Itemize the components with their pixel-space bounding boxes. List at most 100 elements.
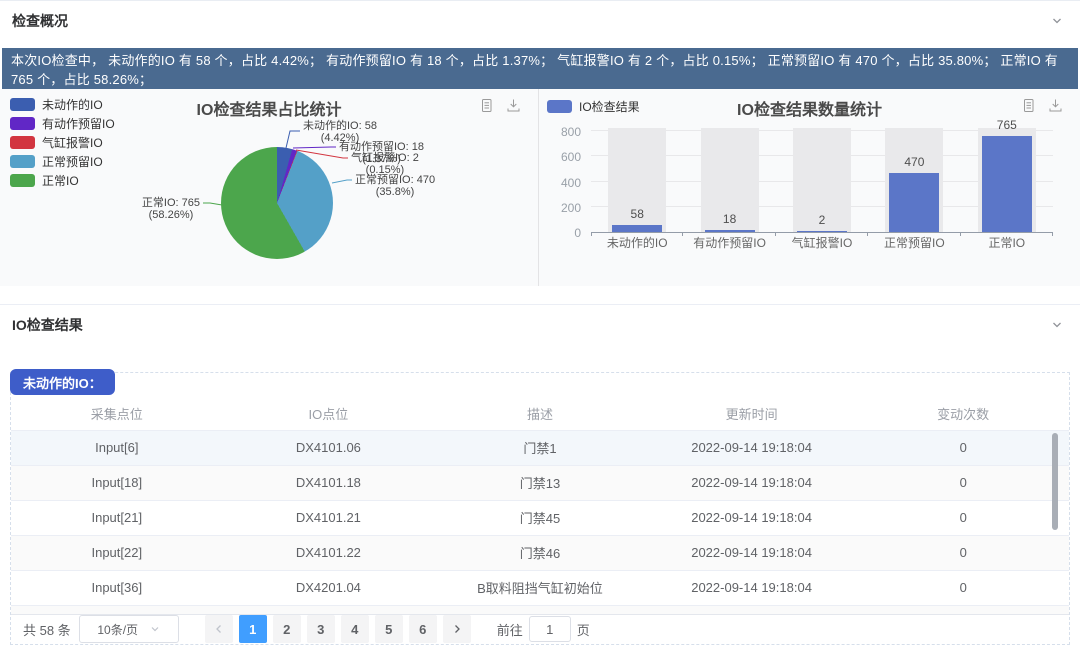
data-view-icon[interactable] <box>1021 98 1036 113</box>
panel-overview-header[interactable]: 检查概况 <box>0 1 1080 41</box>
table-cell: 门禁46 <box>434 535 646 570</box>
table-cell: Input[6] <box>11 430 223 465</box>
bar-value-label: 470 <box>868 155 960 169</box>
bar-plot-area: 58未动作的IO18有动作预留IO2气缸报警IO470正常预留IO765正常IO <box>591 129 1053 233</box>
bar-band: 470正常预留IO <box>868 128 960 232</box>
pie-legend-item[interactable]: 正常IO <box>10 174 115 187</box>
bar[interactable] <box>612 225 662 232</box>
bar-band: 58未动作的IO <box>591 128 683 232</box>
page-number-button[interactable]: 6 <box>409 615 437 643</box>
y-axis-label: 800 <box>547 125 581 139</box>
table-row[interactable]: Input[21]DX4101.21门禁452022-09-14 19:18:0… <box>11 500 1069 535</box>
x-axis-label: 正常IO <box>961 234 1053 251</box>
bar-value-label: 18 <box>683 212 775 226</box>
table-cell: DX4101.06 <box>223 430 435 465</box>
page-number-button[interactable]: 4 <box>341 615 369 643</box>
table-cell: Input[21] <box>11 500 223 535</box>
table-cell: DX4201.04 <box>223 570 435 605</box>
table-row-partial <box>11 606 1069 615</box>
table-cell: 门禁45 <box>434 500 646 535</box>
bar[interactable] <box>797 231 847 232</box>
pie-legend-item[interactable]: 正常预留IO <box>10 155 115 168</box>
charts-row: 未动作的IO有动作预留IO气缸报警IO正常预留IO正常IO IO检查结果占比统计 <box>0 89 1080 286</box>
results-table-container: 采集点位IO点位描述更新时间变动次数 Input[6]DX4101.06门禁12… <box>10 372 1070 645</box>
table-cell: DX4101.22 <box>223 535 435 570</box>
next-page-button[interactable] <box>443 615 471 643</box>
table-cell: 2022-09-14 19:18:04 <box>646 570 858 605</box>
legend-label: 气缸报警IO <box>42 134 103 151</box>
panel-overview-title: 检查概况 <box>12 11 68 31</box>
table-header-row: 采集点位IO点位描述更新时间变动次数 <box>11 397 1069 430</box>
goto-page-input[interactable] <box>529 616 571 642</box>
pie-chart-toolbox <box>479 98 521 113</box>
pie-label-leader-line <box>332 180 352 183</box>
legend-label: 正常预留IO <box>42 153 103 170</box>
bar-band: 18有动作预留IO <box>683 128 775 232</box>
table-cell: 0 <box>857 465 1069 500</box>
table-cell: DX4101.21 <box>223 500 435 535</box>
column-header[interactable]: 描述 <box>434 397 646 430</box>
table-row[interactable]: Input[22]DX4101.22门禁462022-09-14 19:18:0… <box>11 535 1069 570</box>
legend-swatch <box>10 174 35 187</box>
download-icon[interactable] <box>506 98 521 113</box>
chevron-down-icon[interactable] <box>1050 14 1064 28</box>
pager: 123456 <box>205 615 471 643</box>
panel-overview: 检查概况 本次IO检查中， 未动作的IO 有 58 个，占比 4.42%； 有动… <box>0 1 1080 304</box>
prev-page-button[interactable] <box>205 615 233 643</box>
pie-chart[interactable] <box>221 147 333 259</box>
table-cell: 0 <box>857 570 1069 605</box>
y-axis-label: 0 <box>547 226 581 240</box>
pie-legend-item[interactable]: 气缸报警IO <box>10 136 115 149</box>
pie-slice-label: 正常预留IO: 470(35.8%) <box>355 174 435 198</box>
table-cell: 2022-09-14 19:18:04 <box>646 500 858 535</box>
bar-chart-card: IO检查结果 IO检查结果数量统计 58未动 <box>538 89 1080 286</box>
table-cell: 2022-09-14 19:18:04 <box>646 430 858 465</box>
panel-results-title: IO检查结果 <box>12 315 83 335</box>
y-axis-label: 600 <box>547 150 581 164</box>
column-header[interactable]: 采集点位 <box>11 397 223 430</box>
io-results-table: 采集点位IO点位描述更新时间变动次数 Input[6]DX4101.06门禁12… <box>11 397 1069 606</box>
bar[interactable] <box>705 230 755 232</box>
pie-chart-title: IO检查结果占比统计 <box>0 96 538 120</box>
bar-band: 2气缸报警IO <box>776 128 868 232</box>
download-icon[interactable] <box>1048 98 1063 113</box>
bar-band: 765正常IO <box>961 128 1053 232</box>
table-cell: 2022-09-14 19:18:04 <box>646 465 858 500</box>
page-number-button[interactable]: 3 <box>307 615 335 643</box>
page-number-button[interactable]: 1 <box>239 615 267 643</box>
page-size-select[interactable]: 10条/页 <box>79 615 179 643</box>
goto-page: 前往 页 <box>497 616 590 642</box>
x-axis-tick <box>1052 232 1053 236</box>
column-header[interactable]: IO点位 <box>223 397 435 430</box>
chevron-down-icon[interactable] <box>1050 318 1064 332</box>
table-cell: 门禁1 <box>434 430 646 465</box>
pie-label-leader-line <box>286 131 300 148</box>
column-header[interactable]: 更新时间 <box>646 397 858 430</box>
pie-label-leader-line <box>293 147 336 148</box>
table-scrollbar-thumb[interactable] <box>1052 433 1058 530</box>
bar[interactable] <box>889 173 939 232</box>
pie-slice-label: 正常IO: 765(58.26%) <box>142 197 200 221</box>
table-row[interactable]: Input[18]DX4101.18门禁132022-09-14 19:18:0… <box>11 465 1069 500</box>
filter-category-button[interactable]: 未动作的IO： <box>10 369 115 395</box>
table-cell: 0 <box>857 500 1069 535</box>
table-row[interactable]: Input[6]DX4101.06门禁12022-09-14 19:18:040 <box>11 430 1069 465</box>
bar[interactable] <box>982 136 1032 232</box>
table-cell: Input[18] <box>11 465 223 500</box>
panel-results-header[interactable]: IO检查结果 <box>0 305 1080 345</box>
y-axis-label: 400 <box>547 176 581 190</box>
legend-label: 正常IO <box>42 172 79 189</box>
table-cell: DX4101.18 <box>223 465 435 500</box>
legend-swatch <box>10 136 35 149</box>
bar-value-label: 58 <box>591 207 683 221</box>
bar-value-label: 765 <box>961 118 1053 132</box>
table-row[interactable]: Input[36]DX4201.04B取料阻挡气缸初始位2022-09-14 1… <box>11 570 1069 605</box>
summary-banner: 本次IO检查中， 未动作的IO 有 58 个，占比 4.42%； 有动作预留IO… <box>2 48 1078 89</box>
table-cell: B取料阻挡气缸初始位 <box>434 570 646 605</box>
data-view-icon[interactable] <box>479 98 494 113</box>
column-header[interactable]: 变动次数 <box>857 397 1069 430</box>
legend-swatch <box>10 155 35 168</box>
page-number-button[interactable]: 2 <box>273 615 301 643</box>
pagination-bar: 共 58 条 10条/页 123456 <box>11 615 1069 644</box>
page-number-button[interactable]: 5 <box>375 615 403 643</box>
